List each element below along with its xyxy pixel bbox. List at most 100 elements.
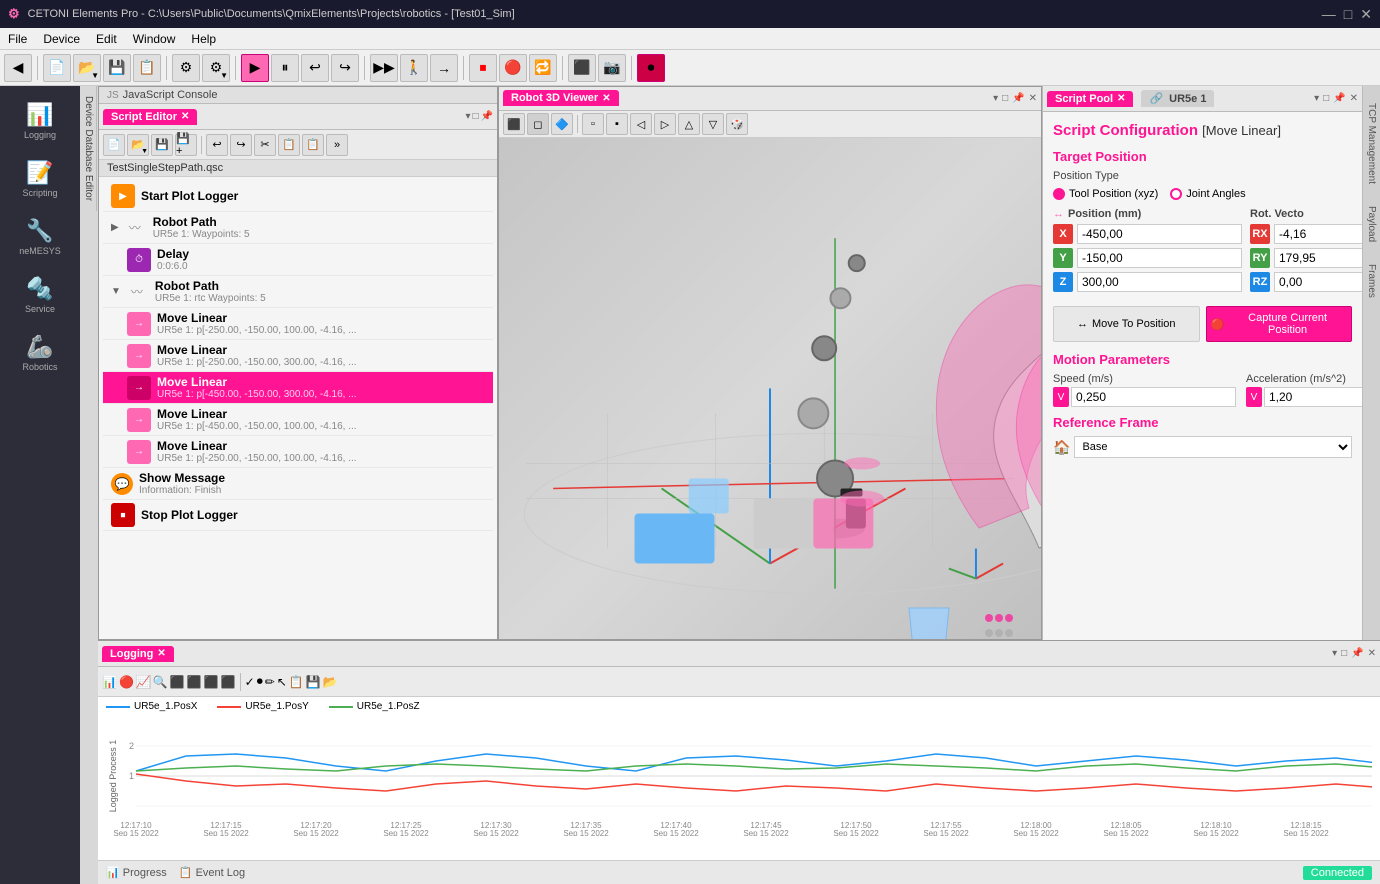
view-right-btn[interactable]: ▷ <box>654 113 676 135</box>
ur5e-tab[interactable]: 🔗 UR5e 1 <box>1141 90 1214 107</box>
ref-frame-select[interactable]: Base Tool World <box>1074 436 1352 458</box>
db-editor-tab[interactable]: Device Database Editor <box>81 86 97 211</box>
redo-btn[interactable]: ↪ <box>230 134 252 156</box>
walk-button[interactable]: 🚶 <box>400 54 428 82</box>
log-tb-edit[interactable]: ✏ <box>265 675 275 689</box>
z-input[interactable] <box>1077 272 1242 292</box>
rp-float-btn[interactable]: □ <box>1323 93 1329 104</box>
viewer-scene[interactable] <box>499 138 1041 639</box>
io-button[interactable]: ⬛ <box>568 54 596 82</box>
logging-tab[interactable]: Logging ✕ <box>102 646 174 662</box>
new-script-button[interactable]: 📄 <box>43 54 71 82</box>
open-file-btn[interactable]: 📂▼ <box>127 134 149 156</box>
log-tb-save[interactable]: 💾 <box>306 675 321 689</box>
save-file-btn[interactable]: 💾 <box>151 134 173 156</box>
event-log-tab[interactable]: 📋 Event Log <box>179 866 245 879</box>
config-button[interactable]: ⚙▼ <box>202 54 230 82</box>
view-btn-2[interactable]: ◻ <box>527 113 549 135</box>
script-editor-close[interactable]: ✕ <box>181 111 189 122</box>
arrow-button[interactable]: → <box>430 54 458 82</box>
log-tb-2[interactable]: 🔴 <box>119 675 134 689</box>
ry-input[interactable] <box>1274 248 1362 268</box>
script-item-6[interactable]: → Move Linear UR5e 1: p[-450.00, -150.00… <box>103 372 493 404</box>
menu-help[interactable]: Help <box>191 32 216 46</box>
camera-button[interactable]: 📷 <box>598 54 626 82</box>
move-to-position-button[interactable]: ↔ Move To Position <box>1053 306 1200 342</box>
paste-btn[interactable]: 📋 <box>302 134 324 156</box>
save-button[interactable]: 💾 <box>103 54 131 82</box>
tcp-management-tab[interactable]: TCP Management <box>1363 94 1380 193</box>
save-as-btn[interactable]: 💾+ <box>175 134 197 156</box>
new-file-btn[interactable]: 📄 <box>103 134 125 156</box>
rp-menu-btn[interactable]: ▾ <box>1314 93 1319 104</box>
pause-button[interactable]: ⏸ <box>271 54 299 82</box>
script-item-8[interactable]: → Move Linear UR5e 1: p[-250.00, -150.00… <box>103 436 493 468</box>
panel-menu-btn[interactable]: ▾ <box>465 111 470 122</box>
close-button[interactable]: ✕ <box>1360 6 1372 23</box>
log-tb-check[interactable]: ✓ <box>245 675 255 689</box>
run-button[interactable]: ▶ <box>241 54 269 82</box>
js-console-tab[interactable]: JS JavaScript Console <box>99 87 497 104</box>
open-script-button[interactable]: 📂▼ <box>73 54 101 82</box>
save-all-button[interactable]: 📋 <box>133 54 161 82</box>
speed-input[interactable] <box>1071 387 1236 407</box>
menu-window[interactable]: Window <box>133 32 176 46</box>
panel-pin-btn[interactable]: 📌 <box>481 111 493 122</box>
panel-float-btn[interactable]: □ <box>473 111 479 122</box>
accel-input[interactable] <box>1264 387 1362 407</box>
log-tb-7[interactable]: ⬛ <box>221 675 236 689</box>
menu-file[interactable]: File <box>8 32 27 46</box>
script-item-0[interactable]: ▶ Start Plot Logger <box>103 181 493 212</box>
menu-device[interactable]: Device <box>43 32 80 46</box>
undo-btn[interactable]: ↩ <box>206 134 228 156</box>
tool-position-radio[interactable]: Tool Position (xyz) <box>1053 188 1158 200</box>
log-tb-folder[interactable]: 📂 <box>323 675 338 689</box>
script-item-4[interactable]: → Move Linear UR5e 1: p[-250.00, -150.00… <box>103 308 493 340</box>
log-float-btn[interactable]: □ <box>1341 648 1347 659</box>
log-tb-rec[interactable]: ⏺ <box>257 674 263 689</box>
joint-angles-radio[interactable]: Joint Angles <box>1170 188 1245 200</box>
log-tb-5[interactable]: ⬛ <box>187 675 202 689</box>
back-button[interactable]: ◀ <box>4 54 32 82</box>
view-front-btn[interactable]: ▫ <box>582 113 604 135</box>
logging-close[interactable]: ✕ <box>157 648 165 659</box>
viewer-menu-btn[interactable]: ▾ <box>993 93 998 104</box>
script-item-5[interactable]: → Move Linear UR5e 1: p[-250.00, -150.00… <box>103 340 493 372</box>
log-menu-btn[interactable]: ▾ <box>1332 648 1337 659</box>
capture-position-button[interactable]: 🔴 Capture Current Position <box>1206 306 1353 342</box>
progress-tab[interactable]: 📊 Progress <box>106 866 167 879</box>
more-btn[interactable]: » <box>326 134 348 156</box>
script-content[interactable]: ▶ Start Plot Logger ▶ 〰 Robot Path UR5e … <box>99 177 497 639</box>
rp-pin-btn[interactable]: 📌 <box>1333 93 1345 104</box>
maximize-button[interactable]: □ <box>1344 6 1352 23</box>
script-item-7[interactable]: → Move Linear UR5e 1: p[-450.00, -150.00… <box>103 404 493 436</box>
viewer-close[interactable]: ✕ <box>602 93 610 104</box>
view-3d-btn[interactable]: 🎲 <box>726 113 748 135</box>
log-tb-3[interactable]: 📈 <box>136 675 151 689</box>
viewer-pin-btn[interactable]: 📌 <box>1012 93 1024 104</box>
step-over-button[interactable]: ↪ <box>331 54 359 82</box>
viewer-float-btn[interactable]: □ <box>1002 93 1008 104</box>
run-all-button[interactable]: ▶▶ <box>370 54 398 82</box>
script-pool-tab[interactable]: Script Pool ✕ <box>1047 91 1133 107</box>
rp-close-btn[interactable]: ✕ <box>1350 93 1358 104</box>
record-button[interactable]: ⏺ <box>637 54 665 82</box>
view-bottom-btn[interactable]: ▽ <box>702 113 724 135</box>
sidebar-item-logging[interactable]: 📊 Logging <box>4 94 76 148</box>
rz-input[interactable] <box>1274 272 1362 292</box>
stop-button[interactable]: ⏹ <box>469 54 497 82</box>
log-tb-zoom[interactable]: 🔍 <box>153 675 168 689</box>
menu-edit[interactable]: Edit <box>96 32 117 46</box>
sidebar-item-robotics[interactable]: 🦾 Robotics <box>4 326 76 380</box>
log-close-btn[interactable]: ✕ <box>1368 648 1376 659</box>
sidebar-item-scripting[interactable]: 📝 Scripting <box>4 152 76 206</box>
script-item-1[interactable]: ▶ 〰 Robot Path UR5e 1: Waypoints: 5 <box>103 212 493 244</box>
log-tb-6[interactable]: ⬛ <box>204 675 219 689</box>
script-item-10[interactable]: ⏹ Stop Plot Logger <box>103 500 493 531</box>
reset-button[interactable]: 🔁 <box>529 54 557 82</box>
device-manager-button[interactable]: ⚙ <box>172 54 200 82</box>
log-tb-cursor[interactable]: ↖ <box>277 675 287 689</box>
view-btn-3[interactable]: 🔷 <box>551 113 573 135</box>
log-tb-table[interactable]: 📋 <box>289 675 304 689</box>
script-editor-tab[interactable]: Script Editor ✕ <box>103 109 197 125</box>
